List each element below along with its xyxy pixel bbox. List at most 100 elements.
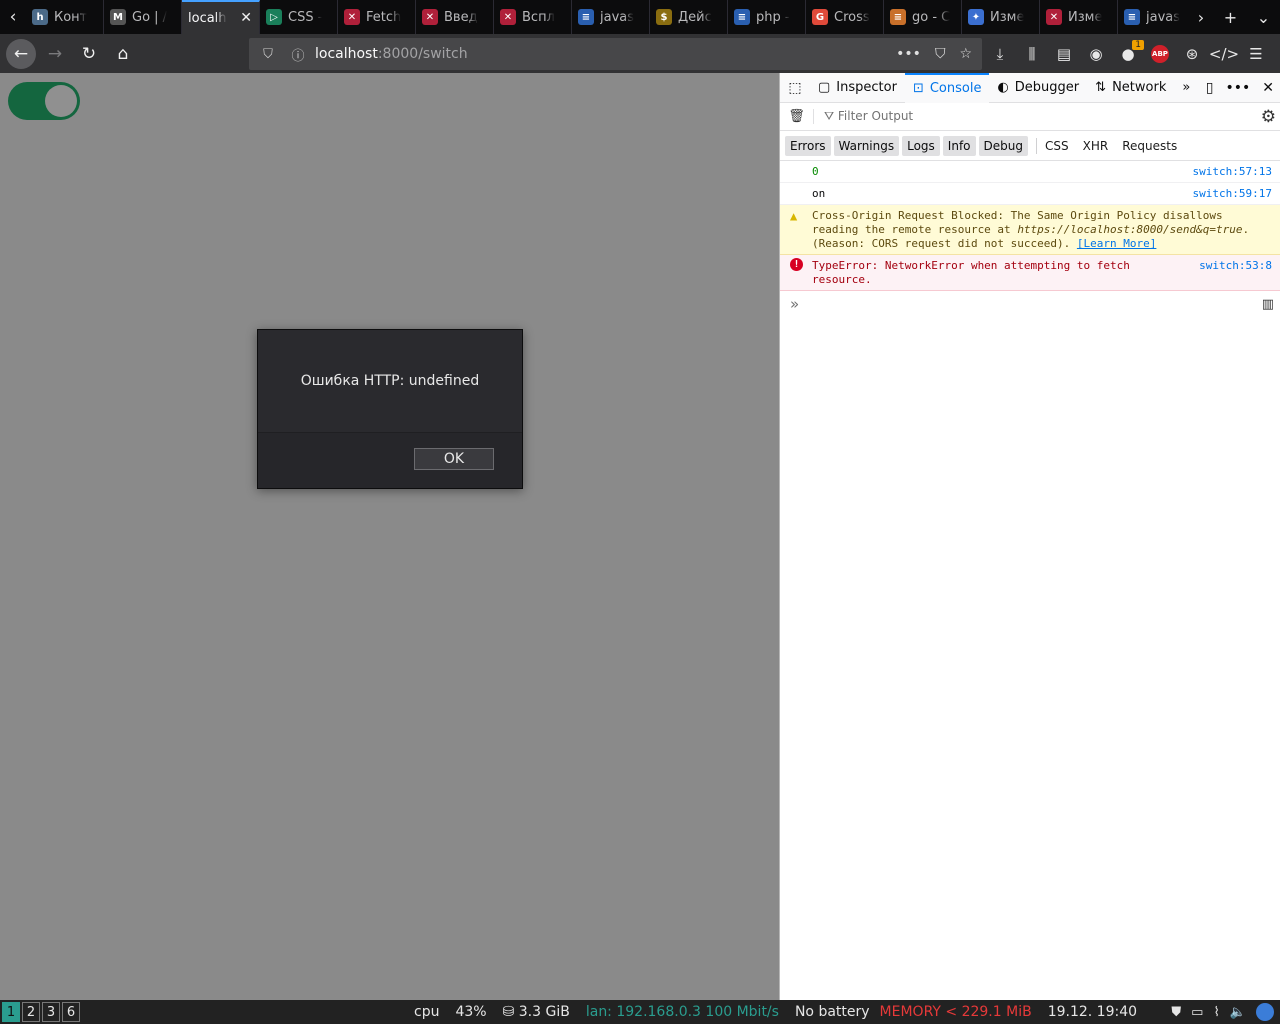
learn-more-link[interactable]: [Learn More] [1077,237,1156,250]
window-icon[interactable]: ▭ [1191,1005,1203,1020]
tab[interactable]: ≡ php - [728,0,806,34]
tab[interactable]: ✕ Fetch [338,0,416,34]
clear-console-icon[interactable]: 🗑 [780,109,814,124]
console-message-text: 0 [812,165,819,178]
devtools-controls: ▯ ••• ✕ [1206,73,1274,103]
adblock-icon[interactable]: ABP [1144,38,1176,70]
bookmark-star-icon[interactable]: ☆ [959,46,972,62]
tab[interactable]: ▷ CSS - [260,0,338,34]
extension-globe-icon[interactable]: ⊛ [1176,38,1208,70]
tab[interactable]: M Go | / [104,0,182,34]
developer-tools-icon[interactable]: </> [1208,38,1240,70]
error-text: TypeError: NetworkError when attempting … [812,259,1130,286]
memory-status: MEMORY < 229.1 MiB [879,1004,1032,1020]
tab-list: h Конт M Go | / localh ✕ ▷ CSS - ✕ Fetch ✕ Введ ✕ Всп… [26,0,1188,34]
console-level-filters: Errors Warnings Logs Info Debug CSS XHR … [780,131,1280,161]
tab-label: Дейс [678,9,712,25]
tab-list-dropdown-icon[interactable]: ⌄ [1257,8,1270,27]
volume-icon[interactable]: 🔈 [1230,1005,1246,1020]
filter-debug[interactable]: Debug [978,135,1028,156]
console-settings-icon[interactable]: ⚙ [1261,107,1276,127]
back-button[interactable]: ← [6,38,36,69]
url-bar[interactable]: ⛉ ⓘ localhost:8000/switch ••• ⛉ ☆ [249,38,982,70]
tab[interactable]: G Cross [806,0,884,34]
workspace-1[interactable]: 1 [2,1002,20,1022]
tab[interactable]: ≡ javas [1118,0,1188,34]
paperclip-icon[interactable]: ⌇ [1213,1005,1219,1020]
downloads-icon[interactable]: ⤓ [984,38,1016,70]
tab-debugger[interactable]: ◐ Debugger [989,73,1087,103]
element-picker-icon[interactable]: ⬚ [780,73,810,103]
alert-footer: OK [258,432,522,488]
toolbar-right: ⤓ ⫼ ▤ ◉ ● 1 ABP ⊛ </> ☰ [984,34,1272,73]
site-info-icon[interactable]: ⓘ [287,45,309,64]
tab[interactable]: $ Дейс [650,0,728,34]
console-warning-message: ▲ Cross-Origin Request Blocked: The Same… [780,205,1280,255]
console-error-message: ! TypeError: NetworkError when attemptin… [780,255,1280,291]
page-actions-icon[interactable]: ••• [896,46,921,62]
menu-icon[interactable]: ☰ [1240,38,1272,70]
dock-side-icon[interactable]: ▯ [1206,80,1214,96]
tracking-protection-icon[interactable]: ⛉ [257,47,279,62]
filter-warnings[interactable]: Warnings [833,135,900,156]
tab-label: CSS - [288,9,323,25]
filter-logs[interactable]: Logs [902,135,940,156]
forward-button[interactable]: → [40,39,70,69]
disk-usage: ⛁ 3.3 GiB [502,1004,570,1020]
console-filterbar: 🗑 ⛛ Filter Output ⚙ [780,103,1280,131]
filter-css[interactable]: CSS [1045,139,1069,153]
filter-info[interactable]: Info [942,135,976,156]
close-tab-icon[interactable]: ✕ [240,10,252,26]
filter-xhr[interactable]: XHR [1083,139,1109,153]
reload-button[interactable]: ↻ [74,39,104,69]
console-message-source-link[interactable]: switch:53:8 [1199,259,1272,273]
devtools-panel: ⬚ ▢ Inspector ⊡ Console ◐ Debugger ⇅ Network… [779,72,1280,1000]
tab-label: Конт [54,9,88,25]
user-avatar-icon[interactable] [1256,1003,1274,1021]
devtools-tabbar: ⬚ ▢ Inspector ⊡ Console ◐ Debugger ⇅ Network… [780,72,1280,103]
cpu-label: cpu [414,1004,440,1020]
new-tab-icon[interactable]: + [1224,8,1237,27]
account-icon[interactable]: ◉ [1080,38,1112,70]
extension-notification-icon[interactable]: ● 1 [1112,38,1144,70]
tab-network[interactable]: ⇅ Network [1087,73,1174,103]
tab[interactable]: ✕ Введ [416,0,494,34]
pocket-icon[interactable]: ⛉ [935,46,946,62]
lan-status: lan: 192.168.0.3 100 Mbit/s [585,1004,779,1020]
close-devtools-icon[interactable]: ✕ [1262,80,1274,96]
filter-input[interactable]: ⛛ Filter Output [824,109,913,124]
tab-label: localh [188,10,227,26]
tab[interactable]: ✕ Вспл [494,0,572,34]
workspace-2[interactable]: 2 [22,1002,40,1022]
console-message-source-link[interactable]: switch:57:13 [1193,165,1272,179]
devtools-menu-icon[interactable]: ••• [1225,80,1250,96]
switch-toggle[interactable] [8,82,80,120]
console-prompt-icon: » [790,295,800,313]
tab-scroll-right-icon[interactable]: › [1198,8,1204,27]
home-button[interactable]: ⌂ [108,39,138,69]
filter-requests[interactable]: Requests [1122,139,1177,153]
adblock-label: ABP [1151,44,1169,63]
tab[interactable]: h Конт [26,0,104,34]
tab-console[interactable]: ⊡ Console [904,72,990,103]
filter-errors[interactable]: Errors [785,135,831,156]
more-tabs-icon[interactable]: » [1174,73,1198,103]
console-message-source-link[interactable]: switch:59:17 [1193,187,1272,201]
tab-inspector[interactable]: ▢ Inspector [810,73,905,103]
tab-favicon-icon: G [812,9,828,25]
alert-ok-button[interactable]: OK [414,448,494,470]
library-icon[interactable]: ⫼ [1016,38,1048,70]
workspace-6[interactable]: 6 [62,1002,80,1022]
console-icon: ⊡ [912,81,924,96]
console-input[interactable]: » ▥ [780,291,1280,319]
tab[interactable]: ≡ javas [572,0,650,34]
shield-icon[interactable]: ⛊ [1171,1005,1181,1020]
tab-scroll-left-icon[interactable]: ‹ [0,0,26,34]
tab-active[interactable]: localh ✕ [182,0,260,34]
tab[interactable]: ≡ go - С [884,0,962,34]
workspace-3[interactable]: 3 [42,1002,60,1022]
editor-mode-icon[interactable]: ▥ [1262,297,1274,312]
tab[interactable]: ✕ Изме [1040,0,1118,34]
sidebar-icon[interactable]: ▤ [1048,38,1080,70]
tab[interactable]: ✦ Изме [962,0,1040,34]
